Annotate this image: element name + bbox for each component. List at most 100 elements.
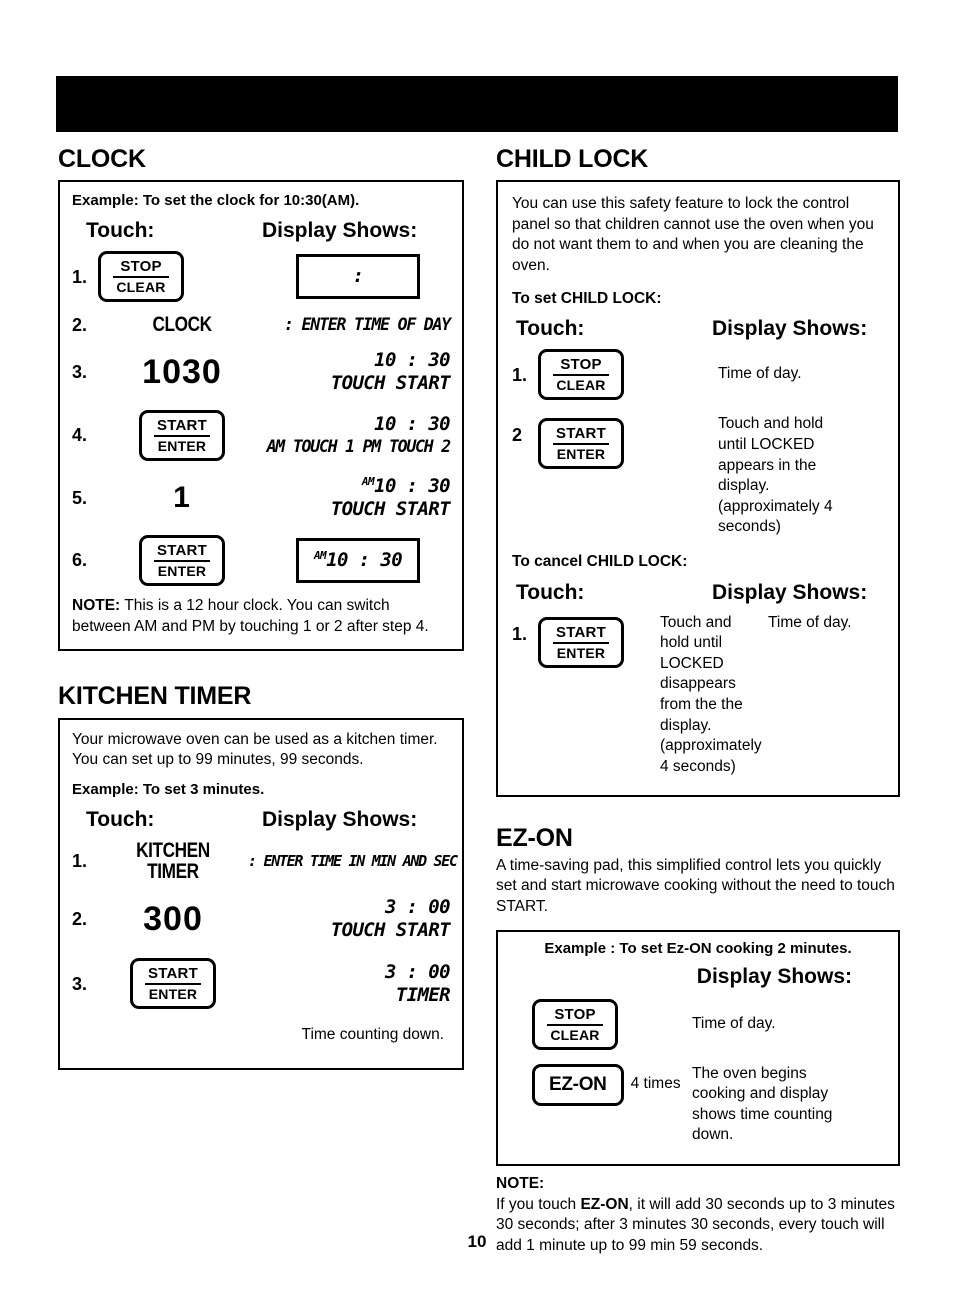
kitchen-timer-pad-line1: KITCHEN: [136, 838, 210, 862]
kitchen-timer-intro: Your microwave oven can be used as a kit…: [72, 730, 438, 769]
step-display-cell: 10 : 30 AM TOUCH 1 PM TOUCH 2: [266, 413, 452, 456]
lcd-text: : ENTER TIME OF DAY: [284, 314, 451, 334]
kitchen-timer-column-headers: Touch: Display Shows:: [72, 808, 450, 832]
lcd-text-line2: TIMER: [395, 983, 451, 1006]
lcd-ampm-indicator: AM: [361, 474, 375, 488]
kitchen-timer-display-header: Display Shows:: [262, 807, 418, 831]
start-enter-key[interactable]: START ENTER: [130, 958, 216, 1010]
child-lock-set-step-1-display-text: Time of day.: [718, 365, 802, 383]
child-lock-set-heading: To set CHILD LOCK:: [512, 289, 662, 307]
start-enter-key[interactable]: START ENTER: [139, 409, 225, 461]
clock-note-label: NOTE:: [72, 596, 121, 614]
start-enter-key-bottom-label: ENTER: [556, 446, 606, 463]
step-display-cell: The oven begins cooking and display show…: [692, 1064, 886, 1146]
child-lock-set-step-2: 2 START ENTER Touch and hold until LOCKE…: [512, 414, 884, 538]
child-lock-cancel-middle-text: Touch and hold until LOCKED disappears f…: [660, 613, 762, 775]
number-pad-1030[interactable]: 1030: [142, 355, 222, 389]
number-pad-1[interactable]: 1: [173, 482, 191, 513]
start-enter-key[interactable]: START ENTER: [538, 616, 624, 668]
lcd-text-line1: 3 : 00: [384, 960, 451, 983]
clock-panel: Example: To set the clock for 10:30(AM).…: [58, 180, 464, 652]
clock-step-1: 1. STOP CLEAR :: [72, 251, 450, 303]
step-display-cell: 3 : 00 TOUCH START: [248, 895, 451, 942]
step-touch-cell: START ENTER: [98, 958, 248, 1010]
lcd-text-line1: 3 : 00: [384, 895, 451, 918]
clock-step-5: 5. 1 AM10 : 30 TOUCH START: [72, 474, 451, 521]
left-column: CLOCK Example: To set the clock for 10:3…: [58, 146, 464, 1070]
step-number: 3.: [72, 362, 88, 383]
step-touch-cell: KITCHEN TIMER: [98, 840, 248, 882]
child-lock-cancel-column-headers: Touch: Display Shows:: [512, 581, 884, 605]
stop-clear-key[interactable]: STOP CLEAR: [538, 349, 624, 401]
start-enter-key-top-label: START: [553, 425, 609, 446]
page-header-bar: [56, 76, 898, 132]
clock-column-headers: Touch: Display Shows:: [72, 219, 450, 243]
step-number: 5.: [72, 487, 88, 508]
ez-on-section-title: EZ-ON: [496, 824, 573, 853]
child-lock-cancel-heading: To cancel CHILD LOCK:: [512, 552, 688, 570]
lcd-time: 10 : 30: [374, 474, 450, 497]
clock-note: NOTE: This is a 12 hour clock. You can s…: [72, 596, 450, 638]
lcd-text-line2: TOUCH START: [330, 372, 451, 395]
step-touch-cell: STOP CLEAR: [538, 349, 718, 401]
step-number: 4.: [72, 425, 88, 446]
child-lock-set-touch-header: Touch:: [516, 317, 585, 341]
step-display-cell: 3 : 00 TIMER: [248, 960, 451, 1007]
clock-note-text: This is a 12 hour clock. You can switch …: [72, 596, 429, 635]
ez-on-step-1-display-text: Time of day.: [692, 1014, 776, 1032]
ez-on-intro: A time-saving pad, this simplified contr…: [496, 856, 895, 915]
stop-clear-key-bottom-label: CLEAR: [550, 1026, 600, 1043]
step-display-cell: Touch and hold until LOCKED appears in t…: [718, 414, 884, 538]
step-touch-cell: EZ-ON 4 times: [510, 1063, 692, 1106]
start-enter-key[interactable]: START ENTER: [538, 418, 624, 470]
clock-display-header: Display Shows:: [262, 219, 418, 243]
child-lock-set-step-2-display-text: Touch and hold until LOCKED appears in t…: [718, 415, 833, 536]
stop-clear-key-bottom-label: CLEAR: [116, 279, 166, 296]
step-display-cell: 10 : 30 TOUCH START: [266, 349, 451, 395]
step-touch-cell: STOP CLEAR: [98, 251, 266, 303]
step-display-cell: : ENTER TIME IN MIN AND SEC: [248, 851, 458, 870]
ez-on-key-suffix: 4 times: [630, 1075, 681, 1093]
start-enter-key[interactable]: START ENTER: [139, 534, 225, 586]
clock-step-6: 6. START ENTER AM10 : 30: [72, 534, 450, 586]
child-lock-cancel-display-header: Display Shows:: [712, 580, 868, 604]
clock-touch-header: Touch:: [86, 219, 155, 243]
kitchen-timer-section-title: KITCHEN TIMER: [58, 682, 252, 711]
step-number: 2.: [72, 909, 88, 930]
clock-step-3: 3. 1030 10 : 30 TOUCH START: [72, 349, 451, 395]
ez-on-key[interactable]: EZ-ON: [532, 1063, 624, 1106]
page-number: 10: [467, 1232, 487, 1251]
start-enter-key-top-label: START: [553, 624, 609, 644]
ez-on-note-bold: EZ-ON: [580, 1195, 629, 1213]
ez-on-display-header: Display Shows:: [696, 964, 852, 988]
ez-on-example-text: Example : To set Ez-ON cooking 2 minutes…: [544, 939, 852, 957]
start-enter-key-bottom-label: ENTER: [148, 986, 198, 1003]
step-number: 2: [512, 425, 523, 446]
kitchen-timer-pad[interactable]: KITCHEN TIMER: [128, 840, 218, 882]
stop-clear-key-top-label: STOP: [547, 1006, 603, 1026]
stop-clear-key-bottom-label: CLEAR: [556, 377, 606, 394]
step-number: 1.: [512, 623, 528, 644]
lcd-text-line1: 10 : 30: [374, 413, 450, 436]
clock-example-text: Example: To set the clock for 10:30(AM).: [72, 192, 360, 210]
lcd-text: :: [352, 265, 364, 288]
step-display-cell: Time of day.: [718, 364, 884, 385]
stop-clear-key[interactable]: STOP CLEAR: [532, 998, 618, 1050]
step-display-cell: Time of day.: [760, 613, 884, 634]
lcd-text: : ENTER TIME IN MIN AND SEC: [248, 851, 458, 870]
clock-step-2: 2. CLOCK : ENTER TIME OF DAY: [72, 314, 451, 335]
number-pad-300[interactable]: 300: [143, 902, 203, 936]
start-enter-key-top-label: START: [154, 542, 210, 562]
ez-on-step-2-display-text: The oven begins cooking and display show…: [692, 1064, 833, 1144]
child-lock-cancel-display-text: Time of day.: [768, 613, 852, 631]
stop-clear-key-top-label: STOP: [553, 356, 609, 377]
lcd-display-box: :: [296, 254, 420, 300]
child-lock-section-title: CHILD LOCK: [496, 145, 649, 173]
kitchen-timer-example-text: Example: To set 3 minutes.: [72, 780, 265, 798]
stop-clear-key[interactable]: STOP CLEAR: [98, 251, 184, 303]
step-touch-cell: START ENTER: [98, 409, 266, 461]
step-touch-cell: START ENTER: [538, 414, 718, 470]
clock-pad[interactable]: CLOCK: [152, 314, 212, 335]
child-lock-intro: You can use this safety feature to lock …: [512, 195, 874, 275]
ez-on-panel: Example : To set Ez-ON cooking 2 minutes…: [496, 929, 900, 1166]
